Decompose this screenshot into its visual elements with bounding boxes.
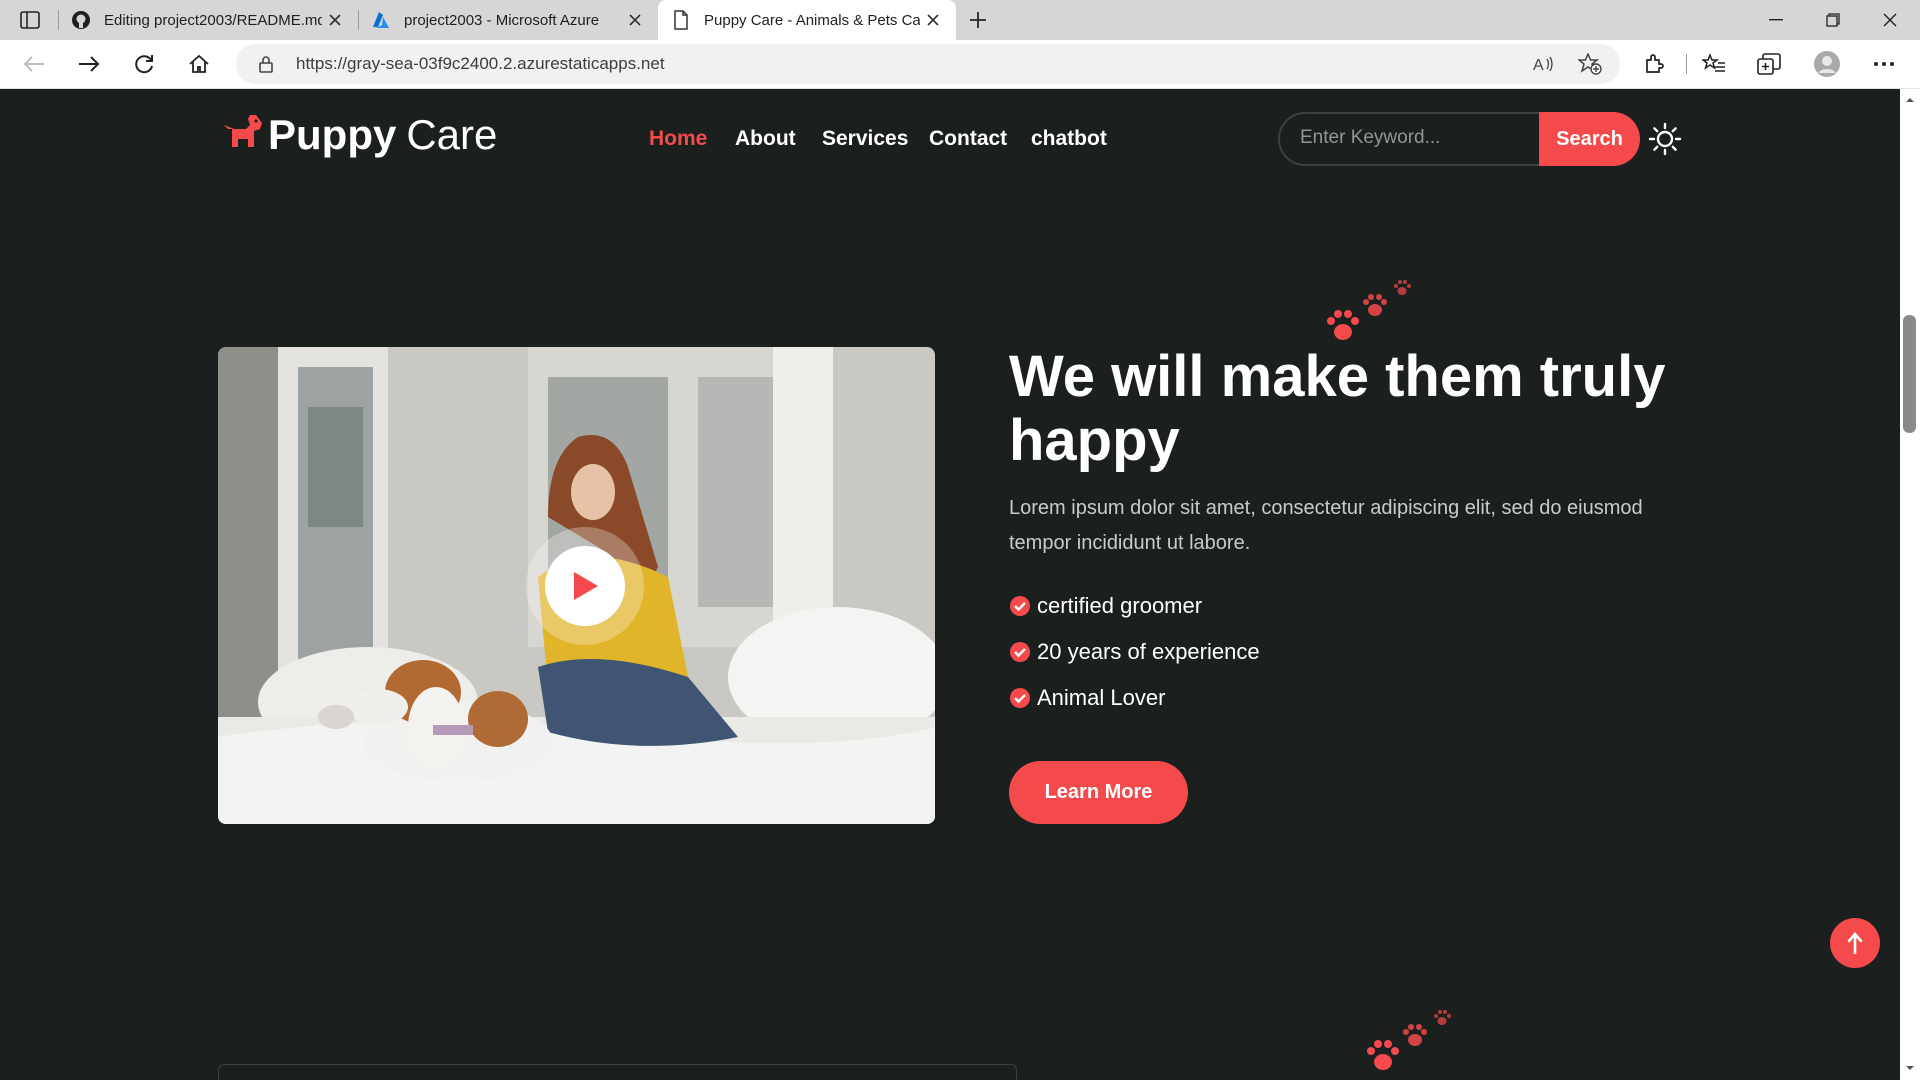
search-form: Search [1278,112,1640,166]
home-icon[interactable] [181,46,217,82]
browser-toolbar: https://gray-sea-03f9c2400.2.azurestatic… [0,40,1920,89]
browser-tab-strip: Editing project2003/README.md project200… [0,0,1920,40]
feature-item: 20 years of experience [1009,639,1260,665]
close-tab-icon[interactable] [922,9,944,31]
site-logo[interactable]: Puppy Care [220,111,497,158]
restore-icon[interactable] [1805,0,1861,40]
collections-icon[interactable] [1751,46,1787,82]
read-aloud-icon[interactable]: A [1526,46,1562,82]
page-icon [670,9,692,31]
settings-more-icon[interactable] [1866,46,1902,82]
extensions-icon[interactable] [1636,46,1672,82]
nav-home[interactable]: Home [649,127,707,151]
back-to-top-button[interactable] [1830,918,1880,968]
tab-title: project2003 - Microsoft Azure [404,11,600,29]
close-window-icon[interactable] [1862,0,1918,40]
next-section-card [218,1064,1017,1080]
lock-icon[interactable] [248,46,284,82]
scroll-down-icon[interactable] [1900,1061,1920,1075]
check-circle-icon [1010,642,1030,662]
svg-text:A: A [1533,57,1544,73]
feature-label: 20 years of experience [1037,639,1260,664]
logo-text-normal: Care [406,110,498,158]
nav-chatbot[interactable]: chatbot [1031,127,1107,151]
play-icon [574,572,598,600]
learn-more-button[interactable]: Learn More [1009,761,1188,824]
minimize-icon[interactable] [1748,0,1804,40]
github-icon [70,9,92,31]
azure-icon [370,9,392,31]
nav-about[interactable]: About [735,127,796,151]
feature-label: certified groomer [1037,593,1203,618]
tab-title: Puppy Care - Animals & Pets Cat [704,11,920,29]
feature-label: Animal Lover [1037,685,1166,710]
search-button[interactable]: Search [1539,112,1640,166]
arrow-up-icon [1847,932,1863,954]
scrollbar-thumb[interactable] [1903,315,1916,433]
feature-item: Animal Lover [1009,685,1165,711]
hero-paragraph: Lorem ipsum dolor sit amet, consectetur … [1009,497,1643,554]
nav-contact[interactable]: Contact [929,127,1007,151]
tab-title: Editing project2003/README.md [104,11,322,29]
new-tab-icon[interactable] [960,2,996,38]
browser-tab-azure[interactable]: project2003 - Microsoft Azure [370,0,658,40]
favorite-add-icon[interactable] [1572,46,1608,82]
scroll-up-icon[interactable] [1900,93,1920,107]
favorites-icon[interactable] [1696,46,1732,82]
browser-tab-puppy-care[interactable]: Puppy Care - Animals & Pets Cat [658,0,956,40]
forward-icon[interactable] [71,46,107,82]
address-bar[interactable]: https://gray-sea-03f9c2400.2.azurestatic… [236,44,1620,84]
close-tab-icon[interactable] [324,9,346,31]
nav-services[interactable]: Services [822,127,908,151]
dog-logo-icon [220,111,264,158]
logo-text-bold: Puppy [268,110,397,158]
paw-prints-decoration-icon [1325,277,1415,347]
check-circle-icon [1010,596,1030,616]
theme-toggle-sun-icon[interactable] [1648,122,1682,156]
check-circle-icon [1010,688,1030,708]
page-scrollbar[interactable] [1900,89,1920,1080]
url-text: https://gray-sea-03f9c2400.2.azurestatic… [296,54,665,73]
hero-video-thumbnail[interactable] [218,347,935,824]
back-icon[interactable] [16,46,52,82]
feature-item: certified groomer [1009,593,1202,619]
tab-actions-icon[interactable] [12,2,48,38]
hero-headline: We will make them truly happy [1009,344,1666,473]
play-button[interactable] [526,527,644,645]
web-page: Puppy Care Home About Services Contact c… [0,89,1900,1080]
close-tab-icon[interactable] [624,9,646,31]
profile-avatar-icon[interactable] [1809,46,1845,82]
paw-prints-decoration-icon [1365,1007,1455,1077]
search-input[interactable] [1298,126,1532,150]
browser-tab-github[interactable]: Editing project2003/README.md [70,0,358,40]
refresh-icon[interactable] [126,46,162,82]
